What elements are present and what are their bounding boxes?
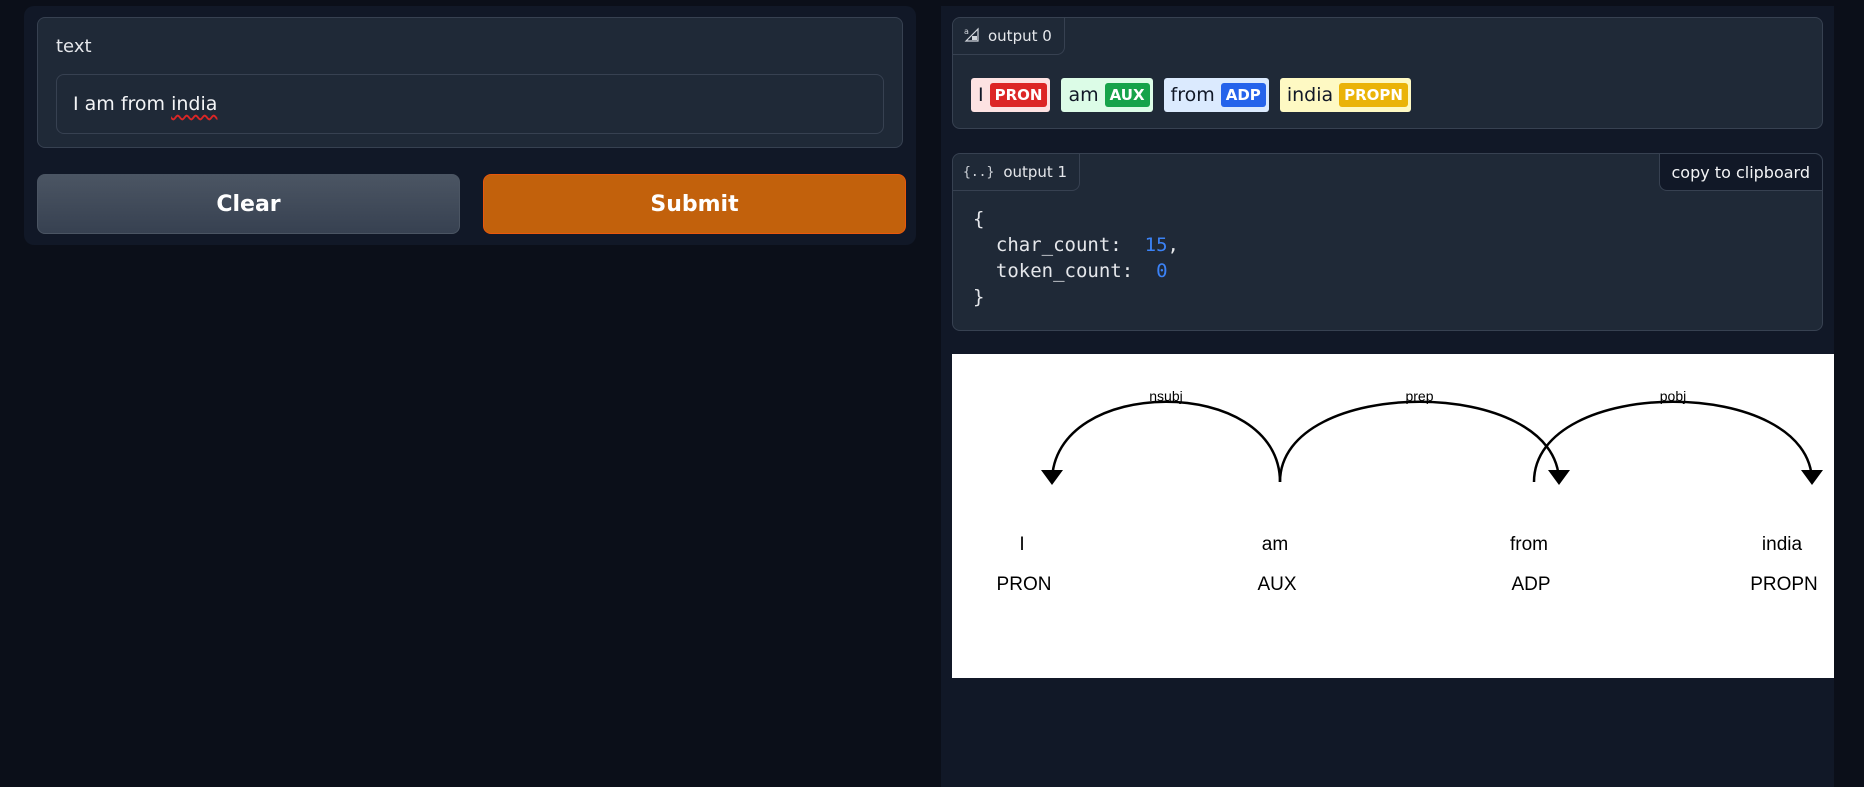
json-key-char-count: char_count: [995,234,1122,256]
dep-arrowhead [1041,470,1063,485]
dep-arc-label: nsubj [1149,388,1182,404]
token-text: I [978,84,984,106]
pos-badge: ADP [1220,83,1266,107]
json-close-brace: } [973,286,985,308]
token-chip: I PRON [971,78,1051,112]
dep-word: am [1262,534,1288,555]
text-label: text [56,36,92,57]
output-column: a output 0 I PRON am AUX from ADP india … [941,6,1834,787]
output-0-tag: a output 0 [953,18,1065,55]
output-1-label: output 1 [1003,163,1068,181]
svg-text:a: a [964,27,969,36]
token-chip: am AUX [1061,78,1153,112]
json-braces-icon: {..} [963,164,995,180]
dep-arrowhead [1801,470,1823,485]
dep-word: india [1762,534,1803,555]
dependency-parse-visualization: I PRON am AUX from ADP india PROPN nsubj prep pobj [952,354,1834,678]
text-input[interactable]: I am from india [56,74,884,134]
token-chip: from ADP [1163,78,1269,112]
output-0-panel: a output 0 I PRON am AUX from ADP india … [952,17,1823,129]
dep-arc-label: pobj [1660,388,1686,404]
input-panel: text I am from india Clear Submit [24,6,916,245]
dep-arc [1532,400,1814,483]
output-1-tag: {..} output 1 [953,154,1081,191]
json-open-brace: { [973,208,985,230]
json-key-token-count: token_count: [995,260,1134,282]
token-text: am [1068,84,1099,106]
dep-tag: PRON [997,574,1052,595]
dep-word: from [1510,534,1548,555]
pos-badge: PROPN [1339,83,1408,107]
highlighted-text-icon: a [963,26,979,46]
dep-tag: PROPN [1750,574,1818,595]
pos-badge: AUX [1104,83,1150,107]
dep-arc [1050,400,1282,483]
output-0-label: output 0 [988,27,1052,45]
text-input-block: text I am from india [37,17,903,148]
submit-button[interactable]: Submit [483,174,906,234]
dep-word: I [1019,534,1024,555]
pos-badge: PRON [989,83,1048,107]
text-input-value: I am from [73,93,172,115]
dep-tag: AUX [1257,574,1296,595]
json-value-token-count: 0 [1156,260,1168,282]
json-viewer: { char_count: 15, token_count: 0 } [973,208,1179,308]
dep-arrowhead [1548,470,1570,485]
json-value-char-count: 15 [1144,234,1168,256]
copy-to-clipboard-button[interactable]: copy to clipboard [1658,154,1822,191]
misspelled-word: india [171,93,218,115]
dep-arc [1278,400,1561,483]
token-text: from [1170,84,1215,106]
dep-arc-label: prep [1405,388,1433,404]
output-1-panel: {..} output 1 copy to clipboard { char_c… [952,153,1823,331]
dependency-parse-svg: I PRON am AUX from ADP india PROPN nsubj prep pobj [997,388,1823,595]
dep-tag: ADP [1511,574,1550,595]
clear-button[interactable]: Clear [37,174,460,234]
token-text: india [1286,84,1334,106]
token-chip: india PROPN [1279,78,1411,112]
highlighted-tokens: I PRON am AUX from ADP india PROPN [971,78,1411,112]
